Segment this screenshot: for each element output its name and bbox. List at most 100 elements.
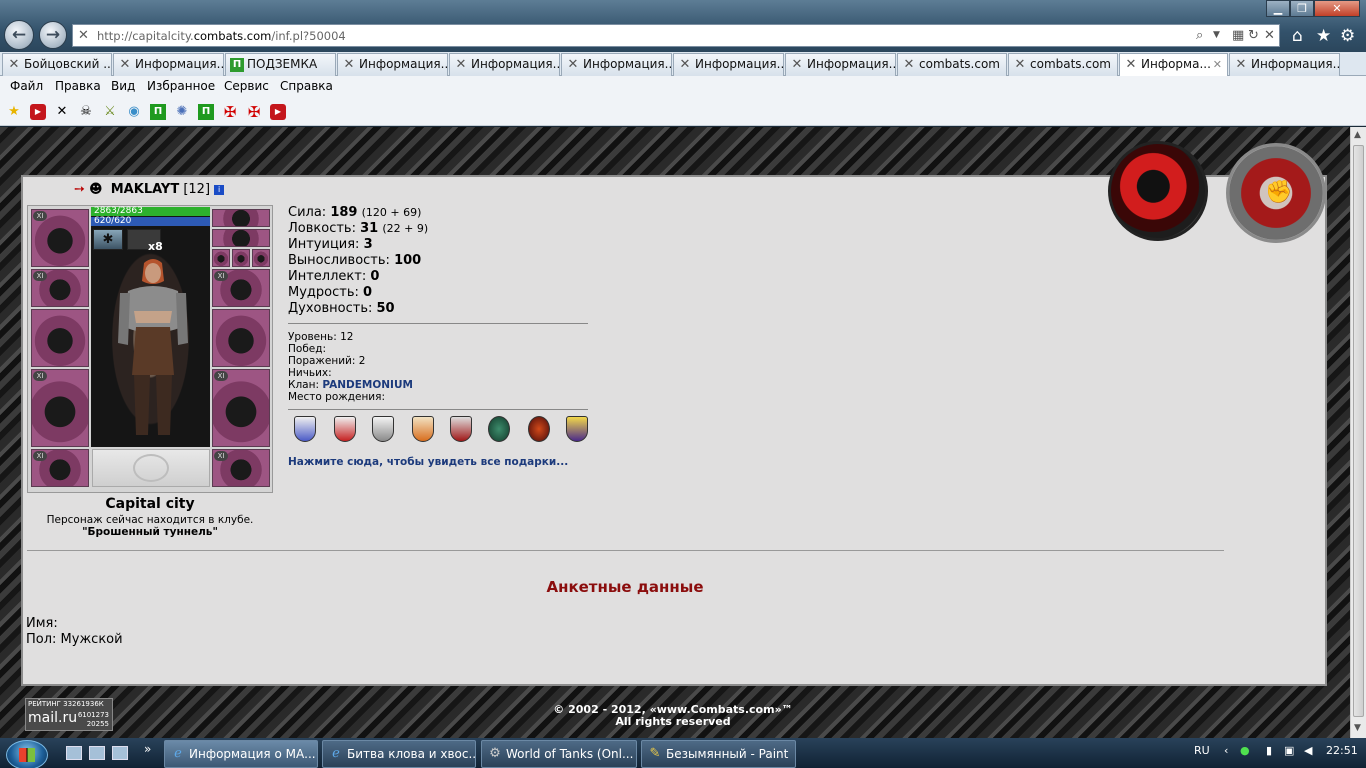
equip-slot-helmet[interactable]: XI <box>31 209 89 267</box>
maximize-button[interactable]: ❐ <box>1290 0 1314 17</box>
address-bar[interactable]: ✕ http://capitalcity.combats.com/inf.pl?… <box>72 24 1280 47</box>
back-button[interactable]: ← <box>4 20 34 50</box>
globe-icon[interactable]: ◉ <box>126 104 142 120</box>
red-cross-icon[interactable]: ✠ <box>222 104 238 120</box>
fist-emblem-slot[interactable] <box>92 449 210 487</box>
favorites-star-icon[interactable]: ★ <box>1316 26 1331 46</box>
skull-icon[interactable]: ☠ <box>78 104 94 120</box>
tab-3[interactable]: П ПОДЗЕМКА <box>225 53 336 76</box>
combats-swords-icon[interactable]: ✕ <box>54 104 70 120</box>
tab-2[interactable]: ✕ Информация... <box>113 53 224 76</box>
equip-slot-earrings[interactable] <box>212 209 270 227</box>
tab-1[interactable]: ✕ Бойцовский ... <box>2 53 112 76</box>
menu-view[interactable]: Вид <box>111 79 135 93</box>
equip-slot-amulet[interactable] <box>212 229 270 247</box>
clan-medallion-icon[interactable] <box>1108 141 1208 241</box>
vertical-scrollbar[interactable]: ▲ ▼ <box>1350 127 1366 738</box>
mailru-rating-counter[interactable]: РЕЙТИНГ 33261936К mail.ru 6101273 20255 <box>25 698 113 731</box>
equip-slot-boots[interactable]: XI <box>212 449 270 487</box>
badge-cross-icon[interactable] <box>566 416 588 442</box>
language-indicator[interactable]: RU <box>1194 744 1210 757</box>
equip-slot-ring-3[interactable] <box>252 249 270 267</box>
tray-app-icon[interactable]: ● <box>1240 744 1250 757</box>
equip-slot-ring-2[interactable] <box>232 249 250 267</box>
orb-icon[interactable]: ✺ <box>174 104 190 120</box>
equip-slot-shield[interactable] <box>212 309 270 367</box>
equip-slot-ring-1[interactable] <box>212 249 230 267</box>
scroll-up-arrow-icon[interactable]: ▲ <box>1354 130 1361 140</box>
podzemka-icon[interactable]: П <box>150 104 166 120</box>
start-button[interactable] <box>6 740 48 768</box>
youtube-icon[interactable]: ▶ <box>30 104 46 120</box>
gifts-link[interactable]: Нажмите сюда, чтобы увидеть все подарки.… <box>288 456 568 468</box>
clan-link[interactable]: PANDEMONIUM <box>322 379 413 391</box>
dropdown-icon[interactable]: ▼ <box>1213 30 1220 40</box>
effect-spider-icon[interactable]: ✱ <box>93 229 123 250</box>
badge-flame-icon[interactable] <box>528 416 550 442</box>
settings-gear-icon[interactable]: ⚙ <box>1340 26 1355 46</box>
badge-dragon-icon[interactable] <box>488 416 510 442</box>
stop-icon[interactable]: ✕ <box>1264 28 1275 43</box>
info-icon[interactable]: i <box>214 185 225 195</box>
podzemka-icon-2[interactable]: П <box>198 104 214 120</box>
computer-icon[interactable] <box>112 746 128 760</box>
tab-11-active[interactable]: ✕ Информа... ✕ <box>1119 53 1228 76</box>
taskbar-item-wot[interactable]: ⚙ World of Tanks (Onl... <box>481 740 637 768</box>
character-name[interactable]: MAKLAYT <box>111 182 179 197</box>
forward-button[interactable]: → <box>39 21 67 49</box>
home-icon[interactable]: ⌂ <box>1292 26 1303 46</box>
menu-help[interactable]: Справка <box>280 79 333 93</box>
tray-battery-icon[interactable]: ▮ <box>1266 744 1272 757</box>
badge-shield-icon[interactable] <box>294 416 316 442</box>
character-level: [12] <box>183 182 211 197</box>
badge-shield-icon[interactable] <box>372 416 394 442</box>
search-icon[interactable]: ⌕ <box>1196 28 1203 43</box>
sword-icon[interactable]: ⚔ <box>102 104 118 120</box>
tab-7[interactable]: ✕ Информация... <box>673 53 784 76</box>
menu-favorites[interactable]: Избранное <box>147 79 215 93</box>
menu-file[interactable]: Файл <box>10 79 43 93</box>
tray-expand-icon[interactable]: ‹ <box>1224 744 1228 757</box>
equip-slot-weapon[interactable] <box>31 309 89 367</box>
tray-network-icon[interactable]: ▣ <box>1284 744 1294 757</box>
scroll-down-arrow-icon[interactable]: ▼ <box>1354 723 1361 733</box>
equip-slot-leggings[interactable]: XI <box>212 369 270 447</box>
youtube-icon-2[interactable]: ▶ <box>270 104 286 120</box>
add-favorite-star-icon[interactable]: ★ <box>6 104 22 120</box>
stat-row: Мудрость: 0 <box>288 285 373 300</box>
scroll-thumb[interactable] <box>1353 145 1364 717</box>
tab-9[interactable]: ✕ combats.com <box>897 53 1007 76</box>
taskbar-item-ie-info[interactable]: ℯ Информация о МА... <box>164 740 318 768</box>
taskbar-item-paint[interactable]: ✎ Безымянный - Paint <box>641 740 796 768</box>
minimize-button[interactable]: ▁ <box>1266 0 1290 17</box>
tab-close-icon[interactable]: ✕ <box>1213 54 1222 75</box>
tab-10[interactable]: ✕ combats.com <box>1008 53 1118 76</box>
explorer-icon[interactable] <box>89 746 105 760</box>
menu-tools[interactable]: Сервис <box>224 79 269 93</box>
private-message-arrow-icon[interactable]: ➙ <box>74 182 85 197</box>
equip-slot-bracers[interactable]: XI <box>31 269 89 307</box>
show-desktop-icon[interactable] <box>66 746 82 760</box>
tray-volume-icon[interactable]: ◀ <box>1304 744 1312 757</box>
refresh-icon[interactable]: ↻ <box>1248 28 1259 43</box>
clock[interactable]: 22:51 <box>1326 744 1358 757</box>
equip-slot-gloves[interactable]: XI <box>212 269 270 307</box>
tab-6[interactable]: ✕ Информация... <box>561 53 672 76</box>
fist-medallion-icon[interactable]: ✊ <box>1226 143 1326 243</box>
menu-edit[interactable]: Правка <box>55 79 101 93</box>
taskbar-item-ie-battle[interactable]: ℯ Битва клова и хвос... <box>322 740 476 768</box>
badge-shield-icon[interactable] <box>334 416 356 442</box>
address-url[interactable]: http://capitalcity.combats.com/inf.pl?50… <box>97 29 346 43</box>
equip-slot-armor[interactable]: XI <box>31 369 89 447</box>
close-button[interactable]: ✕ <box>1314 0 1360 17</box>
tab-5[interactable]: ✕ Информация... <box>449 53 560 76</box>
tab-4[interactable]: ✕ Информация... <box>337 53 448 76</box>
equip-slot-belt[interactable]: XI <box>31 449 89 487</box>
compat-view-icon[interactable]: ▦ <box>1232 28 1244 43</box>
red-cross-icon-2[interactable]: ✠ <box>246 104 262 120</box>
badge-shield-icon[interactable] <box>412 416 434 442</box>
tab-8[interactable]: ✕ Информация... <box>785 53 896 76</box>
quicklaunch-more-icon[interactable]: » <box>144 742 151 756</box>
tab-12[interactable]: ✕ Информация... <box>1229 53 1340 76</box>
badge-shield-icon[interactable] <box>450 416 472 442</box>
